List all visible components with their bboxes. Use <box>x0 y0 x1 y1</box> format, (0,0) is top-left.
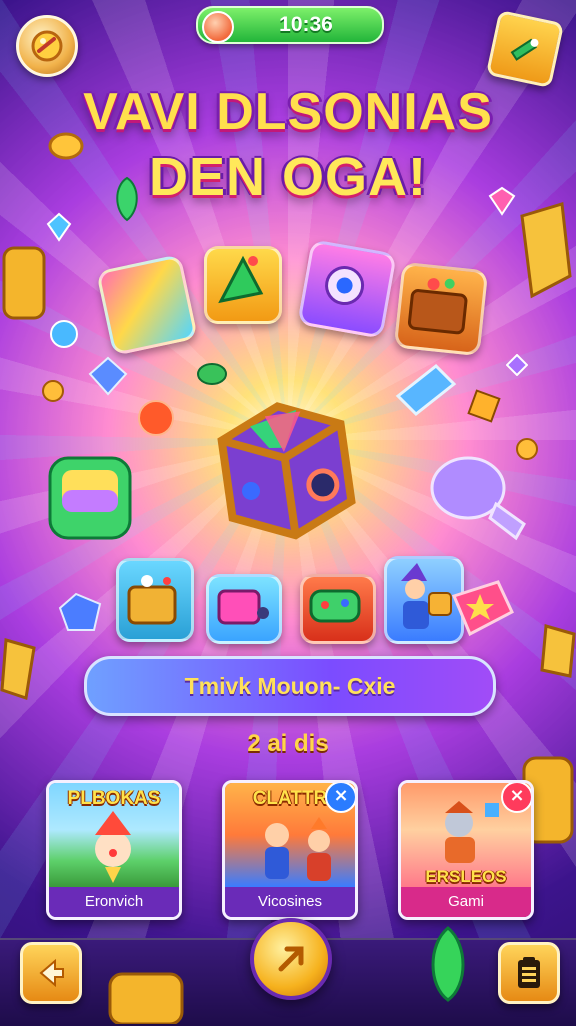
coin-badge-icon <box>31 30 63 62</box>
gold-bullet-edge-icon <box>540 624 576 678</box>
games-count-label: 2 ai dis <box>247 730 329 757</box>
purple-potion-icon <box>430 456 526 541</box>
gamepad-icon <box>309 589 361 623</box>
blue-bottle-icon <box>395 363 457 417</box>
item-tile-pink-box[interactable] <box>206 574 282 644</box>
red-orb-icon <box>138 400 174 436</box>
timer-pill: 10:36 <box>196 6 384 44</box>
central-mystery-chest[interactable] <box>202 383 367 552</box>
game-card-2-close-icon[interactable]: × <box>325 783 355 813</box>
game-card-1-title: PLBOKAS <box>67 788 161 809</box>
item-tile-rainbow[interactable] <box>95 253 199 357</box>
pink-box-icon <box>217 589 269 625</box>
blue-diamond-icon <box>88 356 128 396</box>
gold-bar-left-icon <box>2 246 46 320</box>
clipboard-icon <box>518 957 540 988</box>
timer-dot-icon <box>202 11 234 43</box>
game-card-3-title: ERSLEOS <box>425 867 507 886</box>
profile-coin-button[interactable] <box>16 15 78 77</box>
treasure-chest-icon <box>407 278 468 335</box>
game-card-3[interactable]: ERSLEOS Gami × <box>398 780 534 920</box>
game-mode-button[interactable]: Tmivk Mouon- Cxie <box>84 656 496 716</box>
purple-gem-icon <box>506 354 528 376</box>
game-card-3-footer: Gami <box>401 887 531 917</box>
game-card-3-close-icon[interactable]: × <box>501 783 531 813</box>
game-mode-label: Tmivk Mouon- Cxie <box>184 672 396 699</box>
item-tile-eye[interactable] <box>297 239 397 339</box>
game-card-2[interactable]: CLATTR Vicosines × <box>222 780 358 920</box>
mystery-box-icon <box>217 402 356 540</box>
game-title-line-1: VAVI DLSONIAS <box>83 83 493 141</box>
tasks-button[interactable] <box>498 942 560 1004</box>
play-arrow-icon <box>278 946 304 972</box>
green-gem-icon <box>116 176 138 222</box>
blue-jewel-icon <box>58 592 102 631</box>
gold-bullet-left-icon <box>0 638 36 700</box>
small-coin-icon <box>42 380 64 402</box>
timer-text: 10:36 <box>279 13 333 36</box>
green-leaf-gem-icon <box>197 363 227 385</box>
back-button[interactable] <box>20 942 82 1004</box>
back-arrow-icon <box>39 958 64 988</box>
gold-square-gem-icon <box>467 389 501 423</box>
gift-box-icon <box>510 38 539 61</box>
green-emerald-icon <box>431 926 465 1002</box>
item-tile-chest[interactable] <box>393 261 489 357</box>
blue-orb-icon <box>50 320 78 348</box>
game-card-2-footer: Vicosines <box>225 887 355 917</box>
rainbow-box-icon <box>48 456 132 540</box>
game-card-1-footer: Eronvich <box>49 887 179 917</box>
green-arrow-icon <box>218 255 264 304</box>
gift-box-button[interactable] <box>485 9 565 89</box>
item-tile-toolbox[interactable] <box>116 558 194 642</box>
item-tile-gamepad[interactable] <box>300 574 376 644</box>
gold-bullet-right-icon <box>520 202 572 299</box>
toolbox-icon <box>127 575 177 625</box>
gold-coin-icon <box>48 132 84 160</box>
play-button[interactable] <box>250 918 332 1000</box>
eye-orb-icon <box>325 266 365 306</box>
wizard-character-icon <box>401 563 452 629</box>
star-shield-icon <box>451 580 514 637</box>
gold-bar-bottom-icon <box>108 972 184 1024</box>
blue-crystal-icon <box>46 212 72 242</box>
item-tile-arrow[interactable] <box>204 246 282 324</box>
game-card-1[interactable]: PLBOKAS Eronvich <box>46 780 182 920</box>
